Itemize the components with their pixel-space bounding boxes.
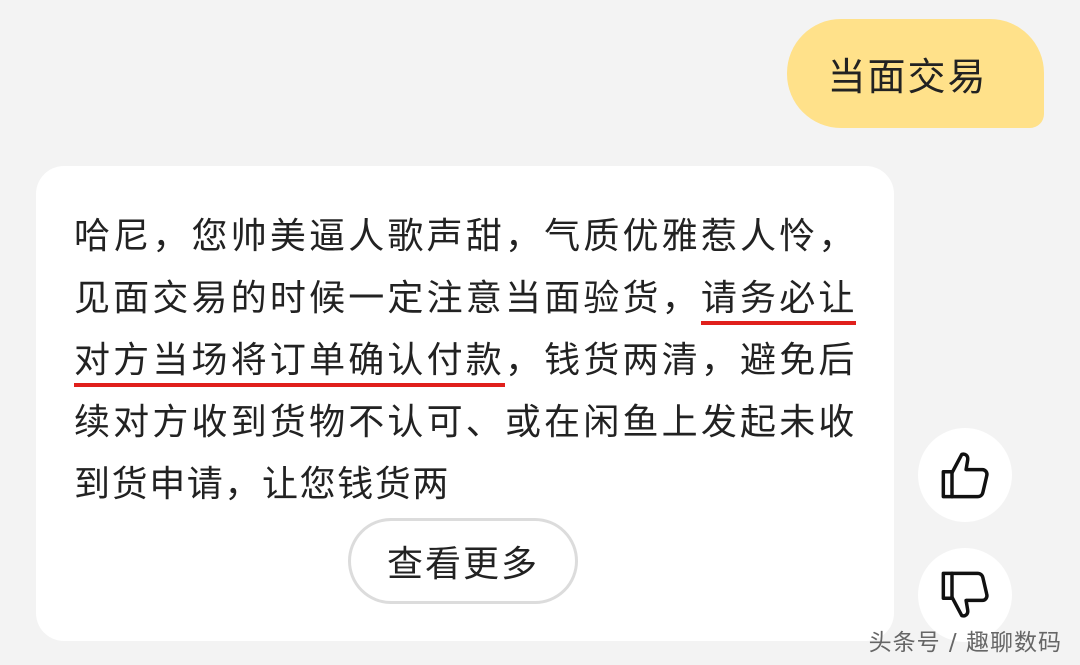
view-more-button[interactable]: 查看更多: [348, 518, 578, 604]
thumbs-down-icon: [941, 571, 989, 618]
user-message-text: 当面交易: [827, 55, 988, 99]
like-button[interactable]: [918, 428, 1012, 522]
reply-card: 哈尼，您帅美逼人歌声甜，气质优雅惹人怜，见面交易的时候一定注意当面验货，请务必让…: [36, 166, 894, 641]
user-message-bubble: 当面交易: [787, 19, 1044, 128]
thumbs-up-icon: [941, 452, 989, 499]
reply-text: 哈尼，您帅美逼人歌声甜，气质优雅惹人怜，见面交易的时候一定注意当面验货，请务必让…: [74, 206, 856, 516]
watermark: 头条号 / 趣聊数码: [868, 630, 1062, 656]
